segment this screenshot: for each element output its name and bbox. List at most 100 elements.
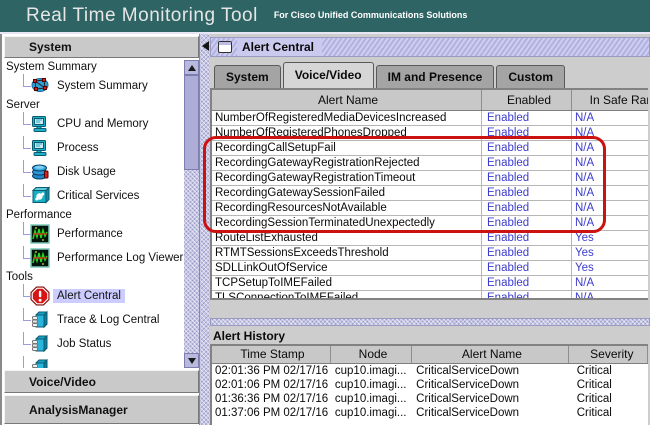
alert-name-cell: NumberOfRegisteredMediaDevicesIncreased (212, 111, 482, 125)
sidebar-item-item[interactable] (4, 356, 184, 368)
history-row[interactable]: 02:01:36 PM 02/17/16cup10.imagi...Critic… (212, 364, 648, 378)
sidebar-item-disk-usage[interactable]: Disk Usage (4, 160, 184, 184)
window-icon (218, 41, 232, 53)
alert-row[interactable]: NumberOfRegisteredPhonesDroppedEnabledN/… (212, 126, 648, 141)
severity-cell: Critical (569, 392, 648, 406)
alert-name-cell: CriticalServiceDown (412, 364, 569, 378)
alert-row[interactable]: SDLLinkOutOfServiceEnabledYes (212, 261, 648, 276)
alert-table-body: NumberOfRegisteredMediaDevicesIncreasedE… (212, 111, 648, 300)
column-header-alert-name[interactable]: Alert Name (212, 90, 482, 110)
enabled-cell: Enabled (482, 156, 572, 170)
scroll-down-button[interactable] (184, 353, 199, 368)
history-row[interactable]: 01:36:36 PM 02/17/16cup10.imagi... Critic… (212, 392, 648, 406)
history-column-header-severity[interactable]: Severity (569, 346, 648, 363)
column-header-enabled[interactable]: Enabled (482, 90, 572, 110)
alert-name-cell: RouteListExhausted (212, 231, 482, 245)
sidebar-item-alert-central[interactable]: Alert Central (4, 284, 184, 308)
history-row[interactable]: 01:37:06 PM 02/17/16cup10.imagi...Critic… (212, 406, 648, 420)
safe-range-cell: N/A (572, 291, 648, 300)
sidebar-item-job-status[interactable]: Job Status (4, 332, 184, 356)
sidebar-section-system[interactable]: System (4, 36, 199, 58)
enabled-cell: Enabled (482, 231, 572, 245)
alert-row[interactable]: RecordingSessionTerminatedUnexpectedlyEn… (212, 216, 648, 231)
enabled-cell: Enabled (482, 216, 572, 230)
sidebar-item-critical-services[interactable]: Critical Services (4, 184, 184, 208)
alert-row[interactable]: RecordingGatewaySessionFailedEnabledN/A (212, 186, 648, 201)
panel-divider[interactable] (199, 34, 210, 425)
disk-stack-icon (30, 162, 50, 182)
tree-connector (4, 136, 30, 160)
sidebar-item-process[interactable]: Process (4, 136, 184, 160)
safe-range-cell: N/A (572, 111, 648, 125)
alert-row[interactable]: RecordingGatewayRegistrationRejectedEnab… (212, 156, 648, 171)
alert-name-cell: SDLLinkOutOfService (212, 261, 482, 275)
computer-icon (30, 114, 50, 134)
navigation-tree: System SummarySystem SummaryServerCPU an… (4, 60, 184, 368)
sidebar-item-trace-log-central[interactable]: Trace & Log Central (4, 308, 184, 332)
node-cell: cup10.imagi... (331, 406, 412, 420)
perf-chart-icon (30, 248, 50, 268)
scroll-up-button[interactable] (184, 60, 199, 75)
enabled-cell: Enabled (482, 126, 572, 140)
tree-connector (4, 74, 30, 98)
sidebar-item-performance[interactable]: Performance (4, 222, 184, 246)
safe-range-cell: N/A (572, 126, 648, 140)
tree-group-label-performance: Performance (4, 208, 184, 222)
log-server-icon (30, 310, 50, 330)
tab-voice-video[interactable]: Voice/Video (283, 62, 374, 88)
collapse-left-arrow-icon[interactable] (202, 41, 209, 51)
scrollbar-thumb[interactable] (184, 75, 199, 170)
alert-name-cell: RecordingCallSetupFail (212, 141, 482, 155)
sidebar-item-label: System Summary (53, 79, 152, 93)
alert-name-cell: CriticalServiceDown (412, 378, 569, 392)
column-header-in-safe-range[interactable]: In Safe Range (572, 90, 648, 110)
app-subtitle: For Cisco Unified Communications Solutio… (274, 10, 468, 20)
tree-connector (4, 112, 30, 136)
history-column-header-alert-name[interactable]: Alert Name (412, 346, 569, 363)
timestamp-cell: 01:36:36 PM 02/17/16 (212, 392, 331, 406)
enabled-cell: Enabled (482, 261, 572, 275)
alert-row[interactable]: RecordingResourcesNotAvailableEnabledN/A (212, 201, 648, 216)
tree-connector (4, 284, 30, 308)
history-column-header-node[interactable]: Node (331, 346, 412, 363)
sidebar-item-cpu-and-memory[interactable]: CPU and Memory (4, 112, 184, 136)
tab-system[interactable]: System (214, 65, 281, 88)
alert-row[interactable]: TCPSetupToIMEFailedEnabledN/A (212, 276, 648, 291)
alert-row[interactable]: RecordingGatewayRegistrationTimeoutEnabl… (212, 171, 648, 186)
sidebar-item-system-summary[interactable]: System Summary (4, 74, 184, 98)
node-cell: cup10.imagi... (331, 392, 412, 406)
tab-custom[interactable]: Custom (496, 65, 565, 88)
alert-row[interactable]: RTMTSessionsExceedsThresholdEnabledYes (212, 246, 648, 261)
safe-range-cell: Yes (572, 231, 648, 245)
sidebar-section-analysismanager[interactable]: AnalysisManager (4, 395, 199, 424)
sidebar-item-label: Performance (53, 227, 127, 241)
safe-range-cell: Yes (572, 246, 648, 260)
node-cell: cup10.imagi... (331, 378, 412, 392)
timestamp-cell: 01:37:06 PM 02/17/16 (212, 406, 331, 420)
sidebar-item-label: Disk Usage (53, 165, 120, 179)
tree-scrollbar[interactable] (184, 60, 199, 368)
severity-cell: Critical (569, 406, 648, 420)
alert-name-cell: NumberOfRegisteredPhonesDropped (212, 126, 482, 140)
history-row[interactable]: 02:01:06 PM 02/17/16cup10.imagi...Critic… (212, 378, 648, 392)
alert-row[interactable]: RouteListExhaustedEnabledYes (212, 231, 648, 246)
alert-row[interactable]: NumberOfRegisteredMediaDevicesIncreasedE… (212, 111, 648, 126)
history-column-header-time-stamp[interactable]: Time Stamp (212, 346, 331, 363)
enabled-cell: Enabled (482, 171, 572, 185)
alert-name-cell: CriticalServiceDown (412, 406, 569, 420)
sidebar-item-label: Performance Log Viewer (53, 251, 184, 265)
alert-row[interactable]: RecordingCallSetupFailEnabledN/A (212, 141, 648, 156)
tab-im-and-presence[interactable]: IM and Presence (376, 65, 495, 88)
alert-name-cell: TLSConnectionToIMEFailed (212, 291, 482, 300)
alert-row[interactable]: TLSConnectionToIMEFailedEnabledN/A (212, 291, 648, 300)
sidebar-item-label: CPU and Memory (53, 117, 152, 131)
log-server-icon (30, 334, 50, 354)
alert-octagon-icon (30, 286, 50, 306)
sidebar-section-voice-video[interactable]: Voice/Video (4, 370, 199, 393)
log-server-icon (30, 358, 50, 368)
sidebar-item-performance-log-viewer[interactable]: Performance Log Viewer (4, 246, 184, 270)
enabled-cell: Enabled (482, 141, 572, 155)
sidebar-item-label: Process (53, 141, 103, 155)
horizontal-splitter[interactable] (210, 318, 650, 326)
safe-range-cell: N/A (572, 216, 648, 230)
